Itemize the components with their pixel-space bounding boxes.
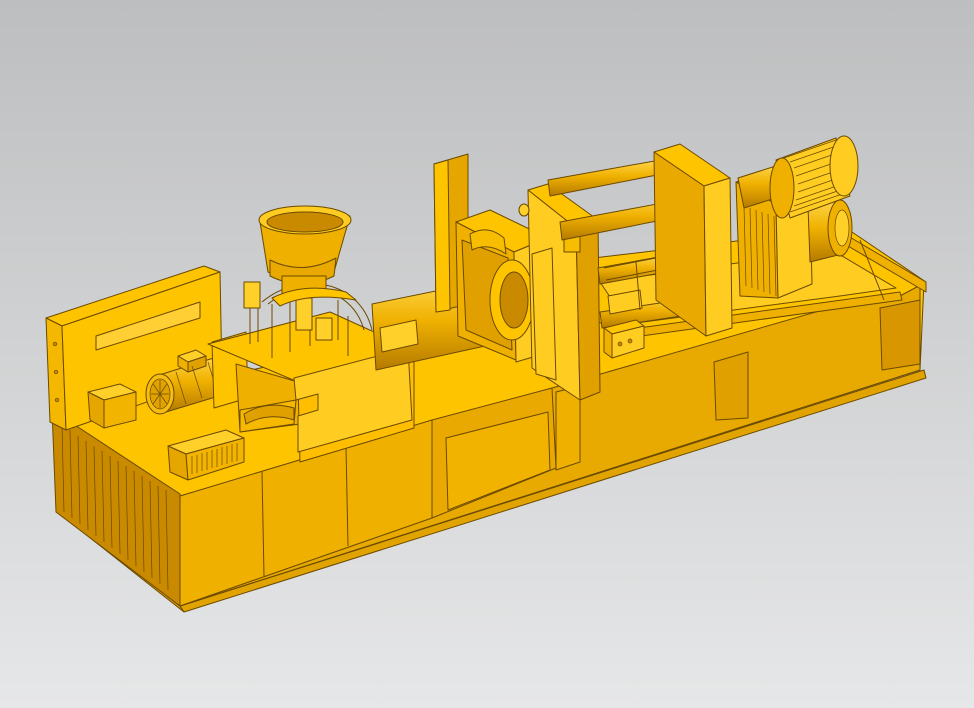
injection-molding-machine-model[interactable] (0, 0, 974, 708)
cad-viewport[interactable] (0, 0, 974, 708)
junction-box[interactable] (87, 383, 137, 429)
hopper[interactable] (258, 205, 357, 307)
rear-platen[interactable] (653, 143, 733, 337)
